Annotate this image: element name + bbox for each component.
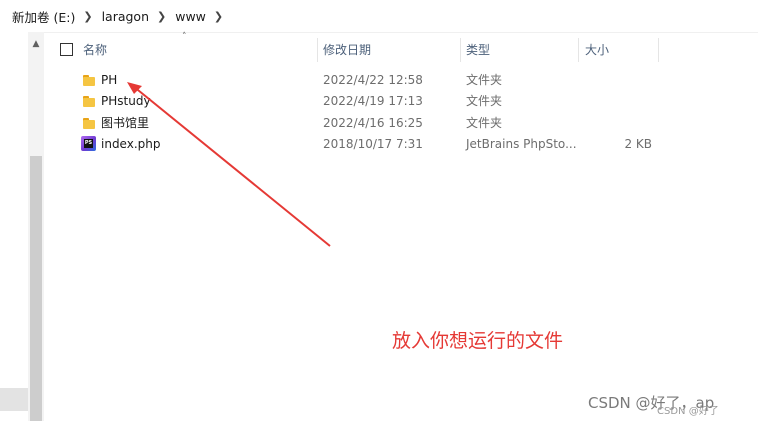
breadcrumb-www[interactable]: www — [175, 9, 206, 24]
file-name: PH — [101, 73, 118, 87]
scrollbar-thumb[interactable] — [30, 156, 42, 421]
breadcrumb-www-label: www — [175, 8, 206, 24]
file-type: JetBrains PhpSto... — [466, 137, 577, 151]
column-header-size[interactable]: 大小 — [585, 38, 609, 62]
column-divider[interactable] — [460, 38, 461, 62]
chevron-right-icon[interactable]: ❯ — [83, 10, 92, 23]
file-row-phstudy[interactable]: PHstudy 2022/4/19 17:13 文件夹 — [44, 91, 664, 112]
navigation-pane-selected-item[interactable] — [0, 388, 28, 411]
file-name: index.php — [101, 137, 161, 151]
sort-ascending-icon: ˄ — [182, 32, 187, 42]
column-header-name[interactable]: 名称 — [83, 38, 107, 62]
file-type: 文件夹 — [466, 73, 503, 87]
folder-icon — [83, 96, 95, 107]
column-divider[interactable] — [578, 38, 579, 62]
phpstorm-file-icon: PS — [81, 136, 96, 151]
file-row-index-php[interactable]: PS index.php 2018/10/17 7:31 JetBrains P… — [44, 134, 664, 155]
breadcrumb-laragon[interactable]: laragon — [102, 9, 149, 24]
select-all-checkbox[interactable] — [60, 43, 73, 56]
vertical-scrollbar[interactable]: ▲ — [28, 32, 44, 421]
column-divider[interactable] — [317, 38, 318, 62]
file-date: 2022/4/16 16:25 — [323, 116, 423, 130]
chevron-right-icon[interactable]: ❯ — [214, 10, 223, 23]
file-row-ph[interactable]: PH 2022/4/22 12:58 文件夹 — [44, 70, 664, 91]
file-row-library[interactable]: 图书馆里 2022/4/16 16:25 文件夹 — [44, 113, 664, 134]
folder-icon — [83, 75, 95, 86]
annotation-text: 放入你想运行的文件 — [392, 330, 564, 352]
annotation-arrow — [127, 82, 331, 247]
breadcrumb-drive-label: 新加卷 (E:) — [12, 9, 76, 25]
address-bar: 新加卷 (E:) ❯ laragon ❯ www ❯ — [0, 0, 758, 33]
file-date: 2018/10/17 7:31 — [323, 137, 423, 151]
file-name: PHstudy — [101, 94, 151, 108]
file-name: 图书馆里 — [101, 116, 150, 130]
scroll-up-arrow-icon[interactable]: ▲ — [28, 38, 44, 50]
file-size: 2 KB — [624, 137, 652, 151]
column-header-type[interactable]: 类型 — [466, 38, 490, 62]
navigation-pane — [0, 32, 28, 421]
file-type: 文件夹 — [466, 116, 503, 130]
breadcrumb-laragon-label: laragon — [101, 8, 149, 24]
column-header-date[interactable]: 修改日期 — [323, 38, 371, 62]
breadcrumb-drive[interactable]: 新加卷 (E:) — [12, 7, 75, 26]
file-date: 2022/4/22 12:58 — [323, 73, 423, 87]
column-header-row: ˄ 名称 修改日期 类型 大小 — [44, 32, 664, 62]
column-divider[interactable] — [658, 38, 659, 62]
file-date: 2022/4/19 17:13 — [323, 94, 423, 108]
watermark-secondary: CSDN @好了 — [657, 406, 719, 417]
folder-icon — [83, 118, 95, 129]
chevron-right-icon[interactable]: ❯ — [157, 10, 166, 23]
file-type: 文件夹 — [466, 94, 503, 108]
